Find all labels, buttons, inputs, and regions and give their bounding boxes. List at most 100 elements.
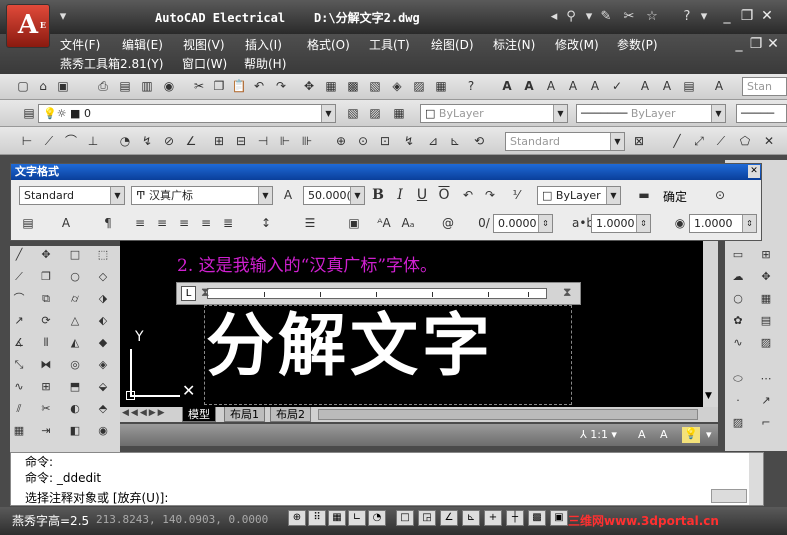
minimize-button[interactable]: _ [718, 8, 736, 24]
tools-icon[interactable]: ✎ [597, 9, 615, 25]
mtext-content[interactable]: 分解文字 [206, 303, 494, 391]
distribute-icon[interactable]: ≣ [219, 214, 237, 232]
ruler-track[interactable] [207, 288, 547, 299]
menu-format[interactable]: 格式(O) [307, 36, 350, 53]
tool-copy-icon[interactable]: ❐ [37, 268, 55, 286]
binoculars-icon[interactable]: ⚲ [562, 9, 580, 25]
radius-dim-icon[interactable]: ◔ [116, 132, 134, 150]
lock-toolbar-icon[interactable]: 💡 [682, 427, 700, 443]
redo-text-icon[interactable]: ↷ [481, 186, 499, 204]
save-icon[interactable]: ▣ [54, 77, 72, 95]
style-manager-icon[interactable]: A [710, 77, 728, 95]
edit-text-icon[interactable]: A [564, 77, 582, 95]
polar-tracking-icon[interactable]: ◔ [368, 510, 386, 526]
tool-rotate-icon[interactable]: ⟳ [37, 312, 55, 330]
pan-icon[interactable]: ✥ [300, 77, 318, 95]
otrack-icon[interactable]: ∠ [440, 510, 458, 526]
tool-circle-icon[interactable]: ○ [729, 290, 747, 308]
tool-torus-icon[interactable]: ◎ [66, 356, 84, 374]
grid-display-icon[interactable]: ▦ [328, 510, 346, 526]
tool-cylinder-icon[interactable]: ⌭ [66, 290, 84, 308]
dim-update-icon[interactable]: ⟲ [470, 132, 488, 150]
dim-space-icon[interactable]: ⊩ [276, 132, 294, 150]
layer-manager-icon[interactable]: ▤ [20, 104, 38, 122]
tool-chamfer-icon[interactable]: ⌐ [757, 414, 775, 432]
tool-grid-icon[interactable]: ⊞ [757, 246, 775, 264]
tool-palettes-icon[interactable]: ▧ [366, 77, 384, 95]
help-toolbar-icon[interactable]: ? [462, 77, 480, 95]
ruler-toggle-icon[interactable]: ▬ [635, 186, 653, 204]
tool-3dwedge-icon[interactable]: ◇ [94, 268, 112, 286]
stack-icon[interactable]: ⅟ [507, 186, 525, 204]
tool-extend-icon[interactable]: ⇥ [37, 422, 55, 440]
tool-insert-icon[interactable]: ▨ [757, 334, 775, 352]
print-icon[interactable]: ⎙ [94, 77, 112, 95]
tool-revcloud-icon[interactable]: ☁ [729, 268, 747, 286]
tool-region-icon[interactable]: ▦ [10, 422, 28, 440]
numbering-icon[interactable]: ☰ [301, 214, 319, 232]
tool-mirror-icon[interactable]: ⧓ [37, 356, 55, 374]
linetype-combo[interactable]: ─────── ByLayer ▼ [576, 104, 726, 123]
menu-file[interactable]: 文件(F) [60, 36, 100, 53]
horizontal-scrollbar[interactable] [318, 409, 698, 420]
width-factor-input[interactable]: 1.0000 ⇕ [689, 214, 757, 233]
tool-spline-icon[interactable]: ∿ [10, 378, 28, 396]
quick-properties-icon[interactable]: ▣ [550, 510, 568, 526]
ducs-icon[interactable]: ⊾ [462, 510, 480, 526]
cut-icon[interactable]: ✂ [190, 77, 208, 95]
close-button[interactable]: ✕ [758, 8, 776, 24]
help-dropdown-icon[interactable]: ▾ [695, 9, 713, 25]
polygon-icon[interactable]: ⬠ [736, 132, 754, 150]
transparency-icon[interactable]: ▩ [528, 510, 546, 526]
ortho-mode-icon[interactable]: ∟ [348, 510, 366, 526]
paste-icon[interactable]: 📋 [230, 77, 248, 95]
tool-3dsphere-icon[interactable]: ◆ [94, 334, 112, 352]
menu-draw[interactable]: 绘图(D) [431, 36, 474, 53]
layer-states-icon[interactable]: ▦ [390, 104, 408, 122]
tool-3dbox-icon[interactable]: ⬚ [94, 246, 112, 264]
insert-field-icon[interactable]: ▣ [345, 214, 363, 232]
tool-wave-icon[interactable]: ∿ [729, 334, 747, 352]
single-text-icon[interactable]: A [542, 77, 560, 95]
status-menu-icon[interactable]: ▾ [706, 428, 712, 441]
justify-text-icon[interactable]: A [658, 77, 676, 95]
tool-leader-icon[interactable]: ↗ [757, 392, 775, 410]
tool-3ddish-icon[interactable]: ◈ [94, 356, 112, 374]
uppercase-icon[interactable]: ᴬA [375, 214, 393, 232]
diameter-dim-icon[interactable]: ⊘ [160, 132, 178, 150]
aligned-dim-icon[interactable]: ⟋ [40, 132, 58, 150]
ordinate-dim-icon[interactable]: ⊥ [84, 132, 102, 150]
construction-line-icon[interactable]: ⤢ [690, 132, 708, 150]
quick-access-dropdown-icon[interactable]: ▾ [54, 9, 72, 25]
line-spacing-icon[interactable]: ↕ [257, 214, 275, 232]
lineweight-toggle-icon[interactable]: ┼ [506, 510, 524, 526]
text-style-icon[interactable]: A [498, 77, 516, 95]
center-mark-icon[interactable]: ⊙ [354, 132, 372, 150]
arc-length-icon[interactable]: ⌒ [62, 132, 80, 150]
menu-window[interactable]: 窗口(W) [182, 55, 227, 72]
tool-box-icon[interactable]: □ [66, 246, 84, 264]
indent-marker-icon[interactable]: ⧗ [201, 285, 209, 300]
dim-style-combo[interactable]: Standard ▼ [505, 132, 625, 151]
command-prompt[interactable]: 选择注释对象或 [放弃(U)]: [25, 489, 168, 506]
annotation-visibility-icon[interactable]: A [638, 428, 646, 441]
tool-3dpyramid-icon[interactable]: ⬗ [94, 290, 112, 308]
color-combo[interactable]: □ ByLayer ▼ [420, 104, 568, 123]
tolerance-icon[interactable]: ⊕ [332, 132, 350, 150]
ok-button[interactable]: 确定 [663, 188, 687, 205]
tool-ellipse-icon[interactable]: ⬭ [729, 370, 747, 388]
tool-cloud-icon[interactable]: ✿ [729, 312, 747, 330]
overline-button[interactable]: O [435, 186, 453, 204]
dim-style-icon[interactable]: ⊠ [630, 132, 648, 150]
text-format-close-icon[interactable]: ✕ [748, 165, 760, 178]
layer-previous-icon[interactable]: ▨ [366, 104, 384, 122]
lowercase-icon[interactable]: Aₐ [399, 214, 417, 232]
tool-cone-icon[interactable]: △ [66, 312, 84, 330]
tool-camera-icon[interactable]: ◉ [94, 422, 112, 440]
tool-table-icon[interactable]: ▤ [757, 312, 775, 330]
doc-minimize-button[interactable]: _ [730, 36, 748, 52]
doc-close-button[interactable]: ✕ [764, 36, 782, 52]
menu-view[interactable]: 视图(V) [183, 36, 225, 53]
linear-dim-icon[interactable]: ⊢ [18, 132, 36, 150]
erase-icon[interactable]: ✕ [760, 132, 778, 150]
